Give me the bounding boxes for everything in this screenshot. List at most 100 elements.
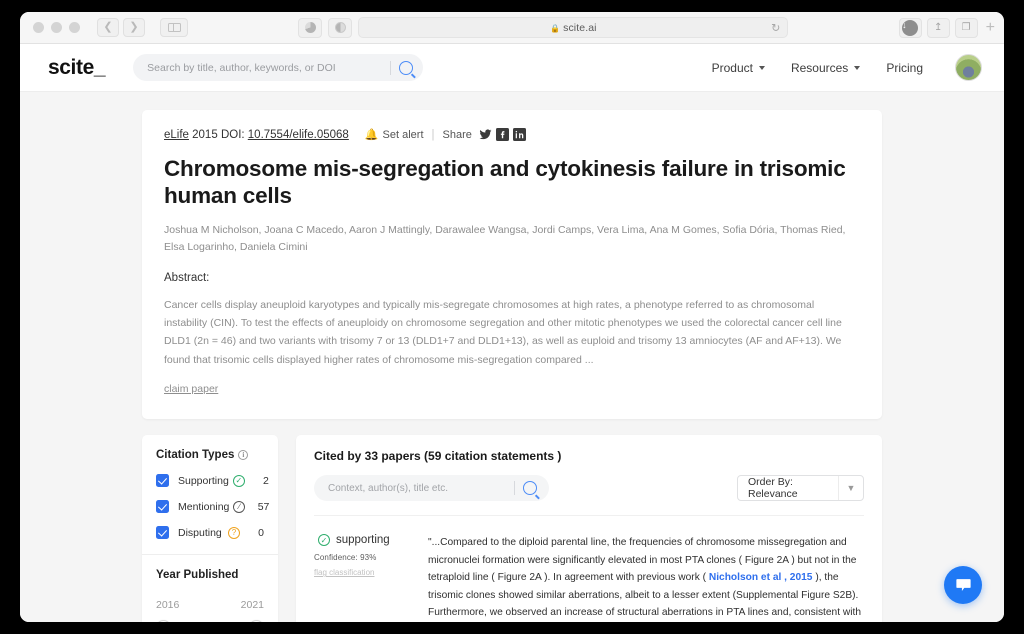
results-toolbar: Context, author(s), title etc. Order By:… — [314, 475, 864, 502]
results-panel: Cited by 33 papers (59 citation statemen… — [296, 435, 882, 622]
checkbox-mentioning[interactable] — [156, 500, 169, 514]
chat-bubble-icon — [955, 578, 971, 591]
order-by-value: Order By: Relevance — [748, 476, 798, 501]
abstract-text: Cancer cells display aneuploid karyotype… — [164, 298, 842, 366]
search-icon[interactable] — [523, 481, 537, 496]
facet-option-mentioning[interactable]: Mentioning ∕ 57 — [156, 500, 269, 514]
lock-icon: 🔒 — [550, 23, 561, 33]
facet-title: Year Published — [156, 569, 264, 581]
doi-link[interactable]: 10.7554/elife.05068 — [248, 129, 349, 141]
citation-statement-row: ✓ supporting Confidence: 93% flag classi… — [314, 515, 864, 622]
nav-label: Resources — [790, 60, 849, 75]
option-label: Disputing — [178, 526, 222, 539]
confidence-label: Confidence: 93% — [314, 553, 377, 563]
sidebar-toggle-button[interactable] — [160, 18, 188, 37]
navigation-buttons: ❮ ❯ — [97, 18, 145, 37]
share-label: Share — [442, 128, 472, 141]
paper-meta-row: eLife 2015 DOI: 10.7554/elife.05068 🔔 Se… — [164, 128, 860, 141]
year-min-label: 2016 — [156, 599, 180, 612]
window-controls[interactable] — [29, 22, 80, 33]
sidebar-toggle-icon — [167, 23, 181, 32]
citation-type: ✓ supporting — [314, 534, 410, 547]
close-window-button[interactable] — [33, 22, 44, 33]
minimize-window-button[interactable] — [51, 22, 62, 33]
chrome-right-buttons: ↓ ↥ ❐ + — [898, 17, 995, 38]
question-circle-icon: ? — [228, 526, 240, 539]
browser-chrome: ❮ ❯ 🔒 scite.ai ↻ ↓ ↥ ❐ + — [20, 12, 1004, 44]
page-title: Chromosome mis-segregation and cytokines… — [164, 156, 846, 208]
claim-paper-link[interactable]: claim paper — [164, 383, 218, 395]
citation-body: "...Compared to the diploid parental lin… — [428, 534, 864, 622]
nav-label: Pricing — [886, 60, 923, 75]
address-bar[interactable]: 🔒 scite.ai ↻ — [358, 17, 789, 38]
nav-label: Product — [711, 60, 753, 75]
context-search-box[interactable]: Context, author(s), title etc. — [314, 475, 549, 502]
option-count: 2 — [262, 474, 269, 487]
divider — [514, 481, 515, 496]
maximize-window-button[interactable] — [69, 22, 80, 33]
slider-handle-max[interactable] — [249, 620, 264, 622]
chat-widget-button[interactable] — [944, 566, 982, 604]
facet-citation-types: Citation Types i Supporting ✓ 2 Mentioni… — [142, 435, 278, 554]
back-button[interactable]: ❮ — [97, 18, 119, 37]
citation-type-label: supporting — [336, 534, 390, 547]
info-icon[interactable]: i — [238, 450, 249, 461]
avatar[interactable] — [955, 54, 982, 81]
cited-by-heading: Cited by 33 papers (59 citation statemen… — [314, 449, 562, 464]
facet-title: Citation Types i — [156, 449, 264, 461]
chevron-down-icon — [758, 65, 765, 70]
url-text: scite.ai — [563, 21, 597, 34]
tabs-button[interactable]: ❐ — [954, 17, 978, 38]
authors-list: Joshua M Nicholson, Joana C Macedo, Aaro… — [164, 224, 846, 253]
option-label: Mentioning — [178, 500, 230, 513]
pie-icon — [304, 22, 316, 33]
header-search-input[interactable]: Search by title, author, keywords, or DO… — [147, 62, 390, 74]
facet-option-disputing[interactable]: Disputing ? 0 — [156, 526, 264, 540]
set-alert-button[interactable]: 🔔 Set alert — [364, 128, 424, 142]
forward-button[interactable]: ❯ — [123, 18, 145, 37]
flag-classification-link[interactable]: flag classification — [314, 568, 410, 577]
linkedin-icon[interactable] — [512, 128, 526, 141]
bell-icon: 🔔 — [364, 129, 379, 141]
year-range-slider[interactable] — [156, 619, 264, 622]
slider-handle-min[interactable] — [156, 620, 171, 622]
check-circle-icon: ✓ — [232, 474, 245, 487]
downloads-button[interactable]: ↓ — [898, 17, 922, 38]
check-circle-icon: ✓ — [318, 534, 330, 547]
set-alert-label: Set alert — [382, 128, 424, 141]
chevron-down-icon[interactable]: ▼ — [839, 483, 863, 493]
chevron-down-icon — [854, 65, 861, 70]
year-range-labels: 2016 2021 — [156, 599, 264, 611]
snippet-reference-link[interactable]: Nicholson et al , 2015 — [709, 572, 813, 583]
main-nav: Product Resources Pricing — [712, 54, 982, 81]
citation-classification: ✓ supporting Confidence: 93% flag classi… — [314, 534, 410, 622]
content-columns: Citation Types i Supporting ✓ 2 Mentioni… — [142, 435, 882, 622]
nav-item-pricing[interactable]: Pricing — [886, 61, 923, 75]
share-button[interactable]: ↥ — [926, 17, 950, 38]
nav-item-product[interactable]: Product — [712, 61, 765, 75]
search-icon[interactable] — [399, 60, 414, 75]
context-search-input[interactable]: Context, author(s), title etc. — [328, 483, 514, 494]
twitter-icon[interactable] — [479, 128, 492, 141]
citation-snippet: "...Compared to the diploid parental lin… — [428, 534, 864, 622]
doi-label: DOI: — [220, 128, 245, 141]
facet-option-supporting[interactable]: Supporting ✓ 2 — [156, 474, 269, 488]
new-tab-button[interactable]: + — [983, 19, 995, 37]
divider: | — [431, 128, 435, 141]
reader-contrast-button[interactable] — [328, 17, 353, 38]
journal-link[interactable]: eLife — [164, 129, 189, 141]
checkbox-supporting[interactable] — [156, 474, 169, 488]
checkbox-disputing[interactable] — [156, 526, 169, 540]
nav-item-resources[interactable]: Resources — [790, 60, 861, 75]
order-by-select[interactable]: Order By: Relevance ▼ — [737, 475, 864, 502]
header-search-box[interactable]: Search by title, author, keywords, or DO… — [133, 54, 424, 81]
scite-logo[interactable]: scite_ — [48, 56, 106, 80]
reload-icon[interactable]: ↻ — [771, 21, 780, 34]
facet-title-label: Year Published — [156, 569, 239, 582]
page-body: eLife 2015 DOI: 10.7554/elife.05068 🔔 Se… — [20, 92, 1004, 622]
facebook-icon[interactable] — [495, 128, 509, 141]
option-count: 57 — [257, 500, 270, 513]
paper-card: eLife 2015 DOI: 10.7554/elife.05068 🔔 Se… — [142, 110, 882, 420]
privacy-report-button[interactable] — [298, 17, 323, 38]
browser-window: ❮ ❯ 🔒 scite.ai ↻ ↓ ↥ ❐ + scite_ Search b… — [20, 12, 1004, 622]
